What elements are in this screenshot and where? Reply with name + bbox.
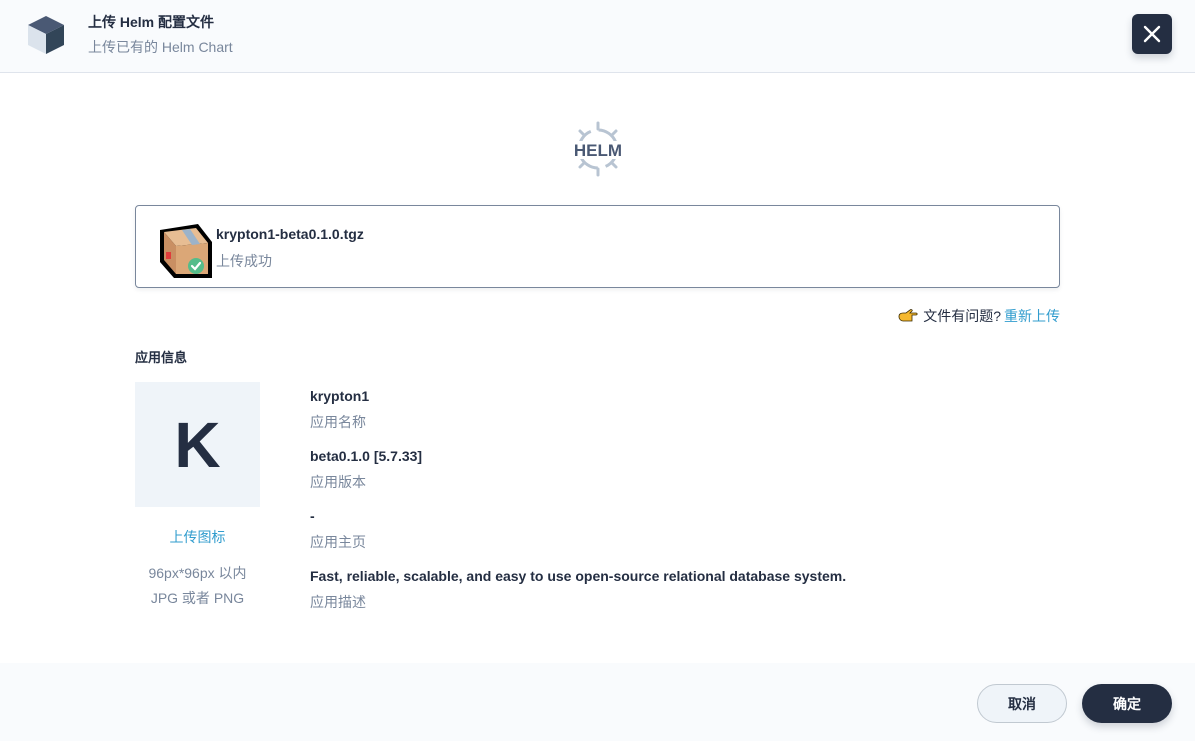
app-description-item: Fast, reliable, scalable, and easy to us…: [310, 567, 1070, 627]
close-button[interactable]: [1132, 14, 1172, 54]
uploaded-file-card: krypton1-beta0.1.0.tgz 上传成功: [135, 205, 1060, 288]
confirm-button[interactable]: 确定: [1082, 684, 1172, 723]
app-version-label: 应用版本: [310, 474, 366, 490]
modal-title: 上传 Helm 配置文件: [88, 14, 215, 30]
file-name: krypton1-beta0.1.0.tgz: [216, 226, 364, 242]
modal-subtitle: 上传已有的 Helm Chart: [88, 39, 233, 55]
app-homepage-value: -: [310, 508, 315, 524]
app-info-list: krypton1 应用名称 beta0.1.0 [5.7.33] 应用版本 - …: [310, 387, 1070, 627]
reupload-row: 文件有问题? 重新上传: [898, 306, 1060, 326]
reupload-question: 文件有问题?: [923, 308, 1001, 324]
app-info-title: 应用信息: [135, 350, 188, 365]
upload-status: 上传成功: [216, 253, 272, 269]
app-name-value: krypton1: [310, 388, 370, 404]
helm-logo-text: HELM: [574, 141, 622, 160]
app-icon-placeholder: K: [135, 382, 260, 507]
package-icon: [160, 224, 212, 278]
modal-header: 上传 Helm 配置文件 上传已有的 Helm Chart: [0, 0, 1195, 73]
app-version-item: beta0.1.0 [5.7.33] 应用版本: [310, 447, 1070, 507]
app-name-item: krypton1 应用名称: [310, 387, 1070, 447]
app-description-label: 应用描述: [310, 594, 366, 610]
app-name-label: 应用名称: [310, 414, 366, 430]
modal-footer: 取消 确定: [0, 663, 1195, 741]
app-homepage-item: - 应用主页: [310, 507, 1070, 567]
helm-logo: HELM: [570, 121, 626, 177]
upload-icon-link[interactable]: 上传图标: [135, 527, 260, 547]
cube-icon: [28, 16, 64, 54]
pointing-hand-icon: [898, 309, 918, 322]
cancel-button[interactable]: 取消: [977, 684, 1067, 723]
icon-hint: 96px*96px 以内 JPG 或者 PNG: [120, 561, 275, 611]
app-version-value: beta0.1.0 [5.7.33]: [310, 448, 423, 464]
icon-size-hint: 96px*96px 以内: [148, 565, 247, 581]
close-icon: [1143, 25, 1161, 43]
icon-format-hint: JPG 或者 PNG: [150, 590, 245, 606]
app-description-value: Fast, reliable, scalable, and easy to us…: [310, 568, 847, 584]
app-homepage-label: 应用主页: [310, 534, 366, 550]
reupload-link[interactable]: 重新上传: [1004, 306, 1060, 326]
